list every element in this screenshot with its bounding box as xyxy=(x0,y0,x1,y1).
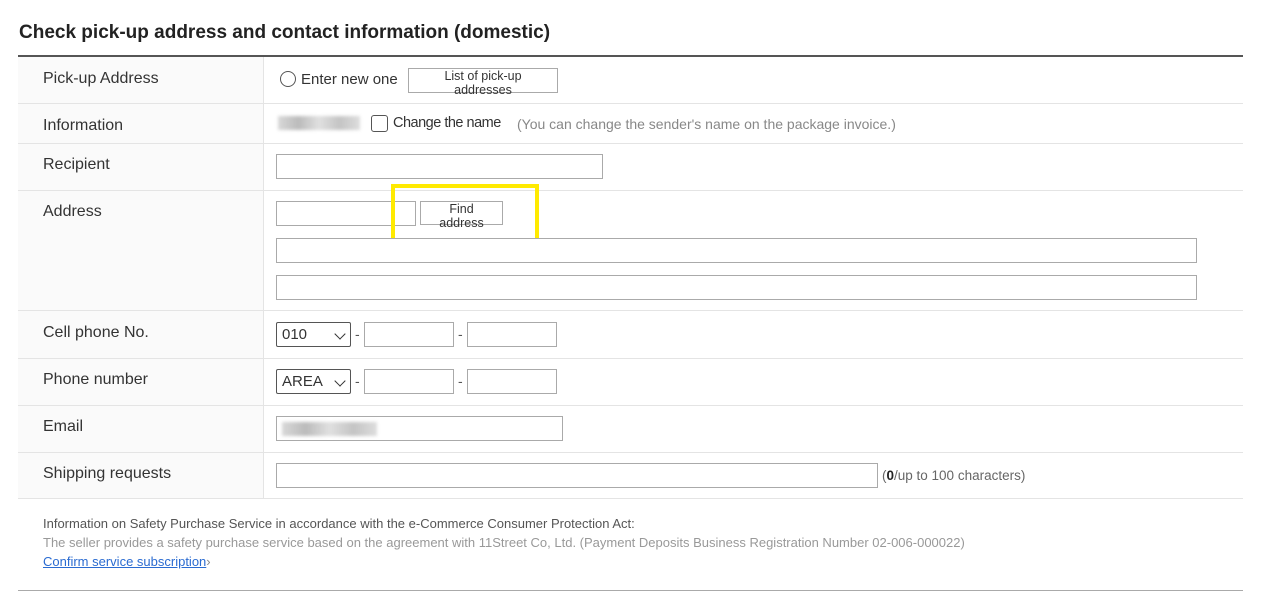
pickup-label: Pick-up Address xyxy=(43,70,159,87)
separator: - xyxy=(458,326,463,342)
count-suffix: /up to 100 characters) xyxy=(894,468,1026,483)
separator: - xyxy=(355,326,360,342)
divider xyxy=(18,358,1243,359)
safety-info-heading: Information on Safety Purchase Service i… xyxy=(43,516,635,531)
chevron-right-icon: › xyxy=(206,554,211,569)
separator: - xyxy=(355,373,360,389)
phone-label: Phone number xyxy=(43,371,148,388)
separator: - xyxy=(458,373,463,389)
email-label: Email xyxy=(43,418,84,435)
cell-prefix-value: 010 xyxy=(282,326,308,343)
divider xyxy=(18,590,1243,591)
safety-info-text: The seller provides a safety purchase se… xyxy=(43,535,965,550)
sender-name-blurred xyxy=(278,116,360,130)
divider xyxy=(18,143,1243,144)
change-name-checkbox[interactable] xyxy=(371,115,388,132)
enter-new-radio[interactable] xyxy=(280,71,296,87)
phone-middle-input[interactable] xyxy=(364,369,454,394)
information-label: Information xyxy=(43,117,124,134)
address-line1-input[interactable] xyxy=(276,238,1197,263)
enter-new-label: Enter new one xyxy=(301,71,398,88)
page-title: Check pick-up address and contact inform… xyxy=(19,22,551,43)
shipping-requests-label: Shipping requests xyxy=(43,465,172,482)
change-name-label: Change the name xyxy=(393,115,501,131)
divider xyxy=(18,103,1243,104)
phone-area-value: AREA xyxy=(282,373,323,390)
chevron-down-icon xyxy=(334,328,346,340)
highlight-box xyxy=(391,184,539,242)
cell-phone-label: Cell phone No. xyxy=(43,324,149,341)
divider xyxy=(18,498,1243,499)
divider xyxy=(18,190,1243,191)
recipient-input[interactable] xyxy=(276,154,603,179)
address-label: Address xyxy=(43,203,102,220)
email-blurred xyxy=(282,422,377,436)
list-pickup-addresses-button[interactable]: List of pick-up addresses xyxy=(408,68,558,97)
shipping-requests-input[interactable] xyxy=(276,463,878,488)
recipient-label: Recipient xyxy=(43,156,110,173)
cell-last-input[interactable] xyxy=(467,322,557,347)
cell-prefix-select[interactable]: 010 xyxy=(276,322,351,347)
divider xyxy=(18,310,1243,311)
phone-last-input[interactable] xyxy=(467,369,557,394)
cell-middle-input[interactable] xyxy=(364,322,454,347)
divider xyxy=(18,405,1243,406)
link-text[interactable]: Confirm service subscription xyxy=(43,554,206,569)
change-name-hint: (You can change the sender's name on the… xyxy=(517,116,896,132)
address-line2-input[interactable] xyxy=(276,275,1197,300)
count-value: 0 xyxy=(886,468,895,483)
divider xyxy=(18,452,1243,453)
chevron-down-icon xyxy=(334,375,346,387)
confirm-subscription-link[interactable]: Confirm service subscription› xyxy=(43,554,211,569)
phone-area-select[interactable]: AREA xyxy=(276,369,351,394)
character-count: (0/up to 100 characters) xyxy=(882,468,1025,483)
